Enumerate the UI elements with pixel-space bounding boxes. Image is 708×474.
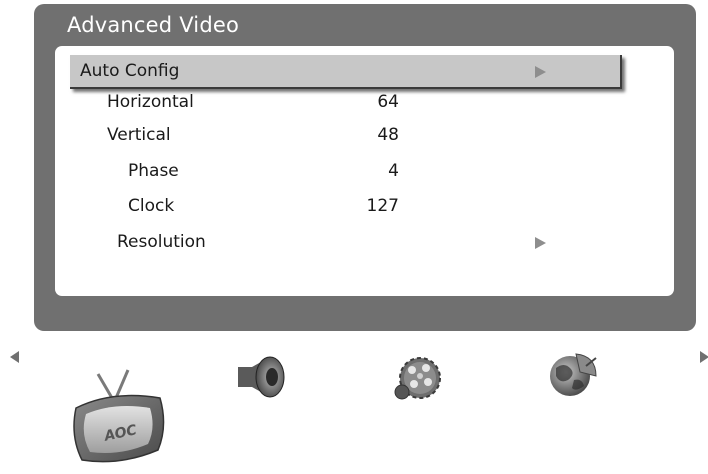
menu-item-horizontal[interactable]: Horizontal 64: [70, 86, 620, 118]
menu-item-label: Resolution: [117, 232, 206, 252]
menu-item-vertical[interactable]: Vertical 48: [70, 119, 620, 151]
menu-item-resolution[interactable]: Resolution: [70, 226, 620, 258]
gears-icon[interactable]: [390, 352, 444, 404]
tv-aoc-icon[interactable]: AOC: [68, 368, 172, 474]
menu-item-auto-config[interactable]: Auto Config: [70, 55, 622, 89]
menu-item-label: Horizontal: [107, 92, 194, 112]
menu-item-phase[interactable]: Phase 4: [70, 155, 620, 187]
nav-right-arrow-icon[interactable]: [700, 351, 708, 363]
menu-item-clock[interactable]: Clock 127: [70, 190, 620, 222]
menu-item-value: 64: [377, 92, 399, 112]
globe-satellite-icon[interactable]: [546, 350, 602, 402]
speaker-icon[interactable]: [236, 355, 292, 403]
submenu-arrow-icon: [535, 237, 546, 249]
menu-item-value: 127: [366, 196, 399, 216]
menu-item-label: Auto Config: [80, 61, 180, 81]
menu-item-label: Vertical: [107, 125, 171, 145]
page-title: Advanced Video: [67, 13, 240, 37]
menu-item-label: Phase: [128, 161, 179, 181]
menu-item-value: 4: [388, 161, 399, 181]
menu-item-value: 48: [377, 125, 399, 145]
menu-item-label: Clock: [128, 196, 175, 216]
nav-left-arrow-icon[interactable]: [10, 351, 19, 363]
submenu-arrow-icon: [535, 66, 546, 78]
